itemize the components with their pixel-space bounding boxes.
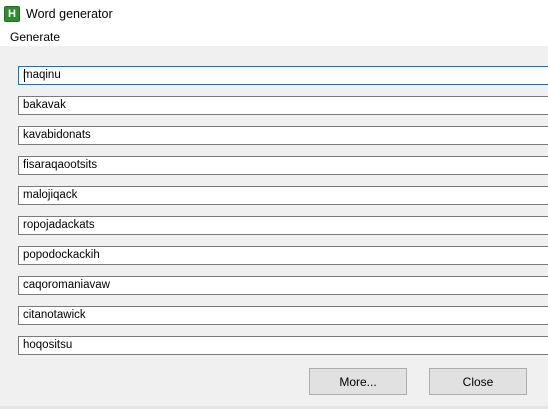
word-text: popodockackih xyxy=(23,249,100,261)
word-text: ropojadackats xyxy=(23,219,95,231)
word-field-3[interactable]: kavabidonats xyxy=(18,126,548,145)
close-button[interactable]: Close xyxy=(429,368,527,395)
word-text: malojiqack xyxy=(23,189,78,201)
word-text: maqinu xyxy=(23,69,61,81)
title-bar: H Word generator xyxy=(0,0,548,29)
word-field-9[interactable]: citanotawick xyxy=(18,306,548,325)
word-text: fisaraqaootsits xyxy=(23,159,98,171)
app-icon: H xyxy=(4,6,20,22)
word-field-8[interactable]: caqoromaniavaw xyxy=(18,276,548,295)
word-text: kavabidonats xyxy=(23,129,91,141)
word-field-1[interactable]: maqinu xyxy=(18,66,548,85)
word-text: bakavak xyxy=(23,99,66,111)
more-button[interactable]: More... xyxy=(309,368,407,395)
word-field-6[interactable]: ropojadackats xyxy=(18,216,548,235)
word-text: citanotawick xyxy=(23,309,86,321)
word-field-4[interactable]: fisaraqaootsits xyxy=(18,156,548,175)
word-field-7[interactable]: popodockackih xyxy=(18,246,548,265)
menu-generate[interactable]: Generate xyxy=(9,30,61,44)
text-caret xyxy=(24,69,25,82)
word-field-2[interactable]: bakavak xyxy=(18,96,548,115)
menu-bar: Generate xyxy=(0,29,548,46)
word-field-5[interactable]: malojiqack xyxy=(18,186,548,205)
word-field-10[interactable]: hoqositsu xyxy=(18,336,548,355)
word-text: hoqositsu xyxy=(23,339,73,351)
window-title: Word generator xyxy=(26,7,113,21)
word-text: caqoromaniavaw xyxy=(23,279,110,291)
